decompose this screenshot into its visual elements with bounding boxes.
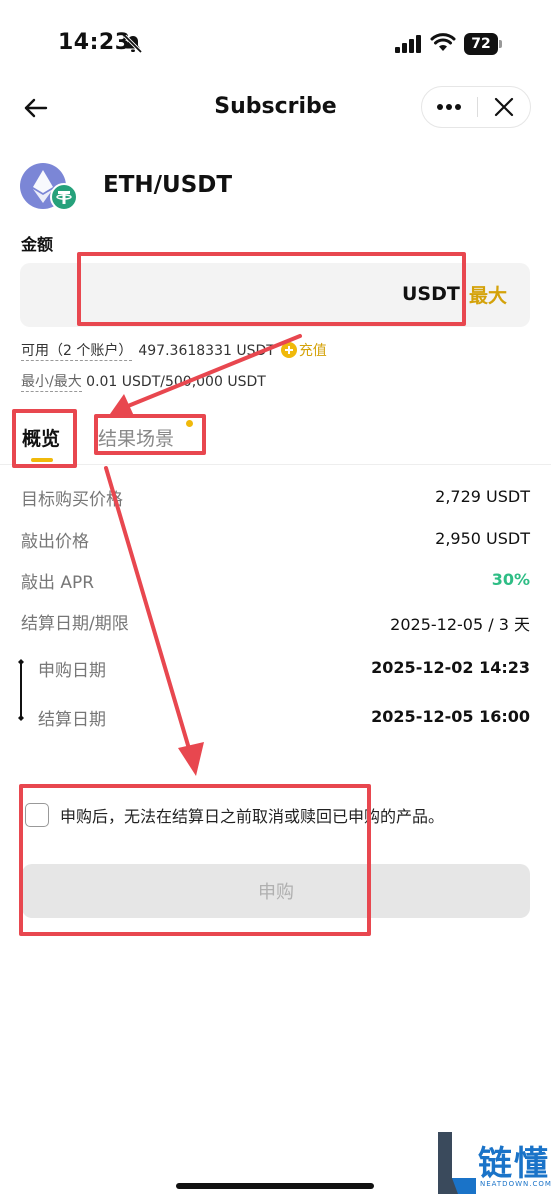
timeline-connector: [18, 659, 24, 721]
cellular-signal-icon: [395, 35, 421, 53]
usdt-coin-icon: [50, 183, 78, 211]
pair-name: ETH/USDT: [103, 172, 233, 198]
watermark-subtext: NEATDOWN.COM: [480, 1180, 551, 1188]
tab-divider: [0, 464, 551, 465]
subscription-date-value: 2025-12-02 14:23: [371, 658, 530, 677]
annotation-box-agreement: [19, 784, 371, 936]
plus-circle-icon[interactable]: [280, 342, 297, 358]
knockout-apr-label: 敲出 APR: [21, 573, 95, 593]
limits-row: 最小/最大 0.01 USDT/500,000 USDT: [21, 371, 266, 392]
more-button[interactable]: [422, 87, 476, 127]
settlement-term-value: 2025-12-05 / 3 天: [390, 615, 530, 634]
limits-value: 0.01 USDT/500,000 USDT: [86, 374, 266, 390]
knockout-price-label: 敲出价格: [21, 532, 89, 552]
bell-muted-icon: [123, 34, 143, 54]
watermark-text: 链懂: [478, 1144, 550, 1184]
close-button[interactable]: [478, 87, 530, 127]
settlement-term-label: 结算日期/期限: [21, 614, 129, 634]
available-value: 497.3618331 USDT: [138, 343, 275, 359]
deposit-link[interactable]: 充值: [299, 343, 327, 359]
battery-level: 72: [464, 33, 498, 55]
wifi-icon: [430, 33, 456, 51]
target-price-label: 目标购买价格: [21, 490, 123, 510]
limits-label[interactable]: 最小/最大: [21, 374, 82, 392]
settlement-date-value: 2025-12-05 16:00: [371, 707, 530, 726]
annotation-box-amount: [77, 252, 466, 326]
available-label[interactable]: 可用（2 个账户）: [21, 343, 133, 361]
battery-icon: 72: [464, 33, 504, 55]
annotation-box-results-tab: [94, 414, 206, 455]
status-time: 14:23: [58, 30, 131, 55]
knockout-price-value: 2,950 USDT: [435, 529, 530, 548]
settlement-date-label: 结算日期: [38, 710, 106, 730]
mini-program-capsule: [421, 86, 531, 128]
more-dots-icon: [437, 104, 461, 110]
close-icon: [494, 97, 514, 117]
annotation-arrows: [104, 334, 302, 776]
home-indicator: [176, 1183, 374, 1189]
watermark-logo-icon: [438, 1132, 476, 1194]
target-price-value: 2,729 USDT: [435, 487, 530, 506]
available-row: 可用（2 个账户） 497.3618331 USDT 充值: [21, 340, 327, 361]
knockout-apr-value: 30%: [491, 570, 530, 589]
max-button[interactable]: 最大: [469, 281, 507, 308]
subscription-date-label: 申购日期: [38, 661, 106, 681]
amount-label: 金额: [21, 235, 54, 254]
annotation-box-overview-tab: [12, 409, 77, 468]
